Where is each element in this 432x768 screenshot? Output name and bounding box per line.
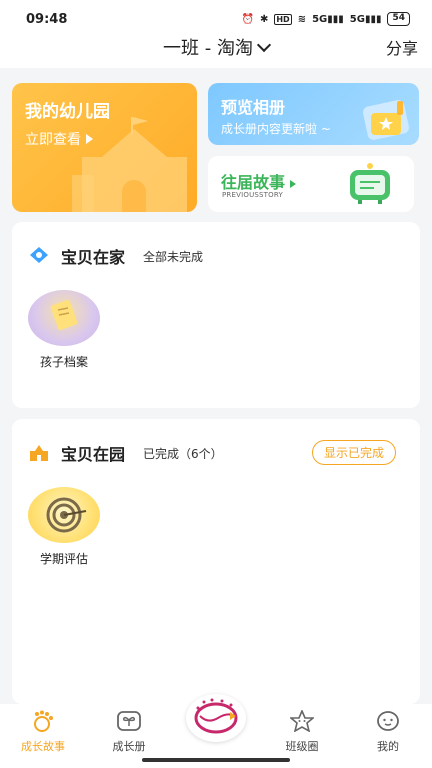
tab-mine[interactable]: 我的 <box>358 710 418 754</box>
semester-evaluation-item[interactable]: 学期评估 <box>24 487 104 567</box>
house-icon <box>30 247 48 263</box>
school-icon <box>30 445 48 461</box>
tab-class-circle-label: 班级圈 <box>285 740 319 753</box>
album-book-icon <box>363 100 409 140</box>
smile-icon <box>377 711 399 731</box>
tab-class-circle[interactable]: 班级圈 <box>272 708 332 754</box>
castle-icon <box>72 117 187 212</box>
sprout-icon <box>117 711 141 731</box>
page-title: 一班 - 淘淘 <box>163 38 253 59</box>
class-selector[interactable]: 一班 - 淘淘 <box>0 37 432 60</box>
child-profile-icon <box>28 290 100 346</box>
school-panel-title: 宝贝在园 <box>61 445 126 464</box>
baby-at-home-panel: 宝贝在家 全部未完成 孩子档案 <box>12 222 420 408</box>
status-icons: ⏰ ✱ HD ≋ 5G▮▮▮ 5G▮▮▮ 54 <box>242 12 410 26</box>
status-bar: 09:48 ⏰ ✱ HD ≋ 5G▮▮▮ 5G▮▮▮ 54 <box>0 0 432 38</box>
star-face-icon <box>288 708 316 733</box>
battery-icon: 54 <box>387 12 410 26</box>
signal-icon-2: 5G▮▮▮ <box>349 13 382 25</box>
previous-story-card[interactable]: 往届故事 PREVIOUSSTORY <box>208 156 414 212</box>
tab-mine-label: 我的 <box>377 740 399 753</box>
home-panel-title: 宝贝在家 <box>61 248 126 267</box>
school-panel-status: 已完成（6个） <box>143 446 223 461</box>
share-button[interactable]: 分享 <box>386 38 418 60</box>
album-subtitle: 成长册内容更新啦 ~ <box>221 122 331 136</box>
alarm-icon: ⏰ <box>241 13 254 25</box>
status-time: 09:48 <box>26 11 68 27</box>
semester-evaluation-label: 学期评估 <box>39 552 88 566</box>
my-kindergarten-card[interactable]: 我的幼儿园 立即查看 <box>12 83 197 212</box>
child-profile-label: 孩子档案 <box>39 355 88 369</box>
tab-growth-album[interactable]: 成长册 <box>99 710 159 754</box>
tab-growth-story-label: 成长故事 <box>21 740 65 753</box>
child-profile-item[interactable]: 孩子档案 <box>24 290 104 370</box>
chevron-down-icon <box>256 37 272 53</box>
home-indicator <box>142 758 290 762</box>
signal-icon-1: 5G▮▮▮ <box>312 13 344 25</box>
album-title: 预览相册 <box>221 98 286 117</box>
hd-icon: HD <box>274 13 292 25</box>
story-subtitle: PREVIOUSSTORY <box>222 191 283 199</box>
target-icon <box>28 487 100 543</box>
tab-growth-story[interactable]: 成长故事 <box>13 710 73 754</box>
school-panel-header: 宝贝在园 已完成（6个） <box>29 441 223 465</box>
story-title: 往届故事 <box>221 169 297 193</box>
preview-album-card[interactable]: 预览相册 成长册内容更新啦 ~ <box>208 83 419 145</box>
show-completed-button[interactable]: 显示已完成 <box>311 440 396 465</box>
tv-icon <box>350 163 390 204</box>
center-action-button[interactable] <box>186 694 246 742</box>
footprint-icon <box>34 710 53 732</box>
tab-growth-album-label: 成长册 <box>112 740 146 753</box>
play-arrow-icon <box>290 179 297 188</box>
home-panel-status: 全部未完成 <box>143 249 204 264</box>
center-logo-icon <box>194 698 238 734</box>
wifi-icon: ≋ <box>297 13 307 25</box>
bluetooth-icon: ✱ <box>259 13 269 25</box>
baby-at-school-panel: 宝贝在园 已完成（6个） 显示已完成 学期评估 <box>12 419 420 704</box>
header: 一班 - 淘淘 分享 <box>0 37 432 68</box>
home-panel-header: 宝贝在家 全部未完成 <box>29 244 203 268</box>
